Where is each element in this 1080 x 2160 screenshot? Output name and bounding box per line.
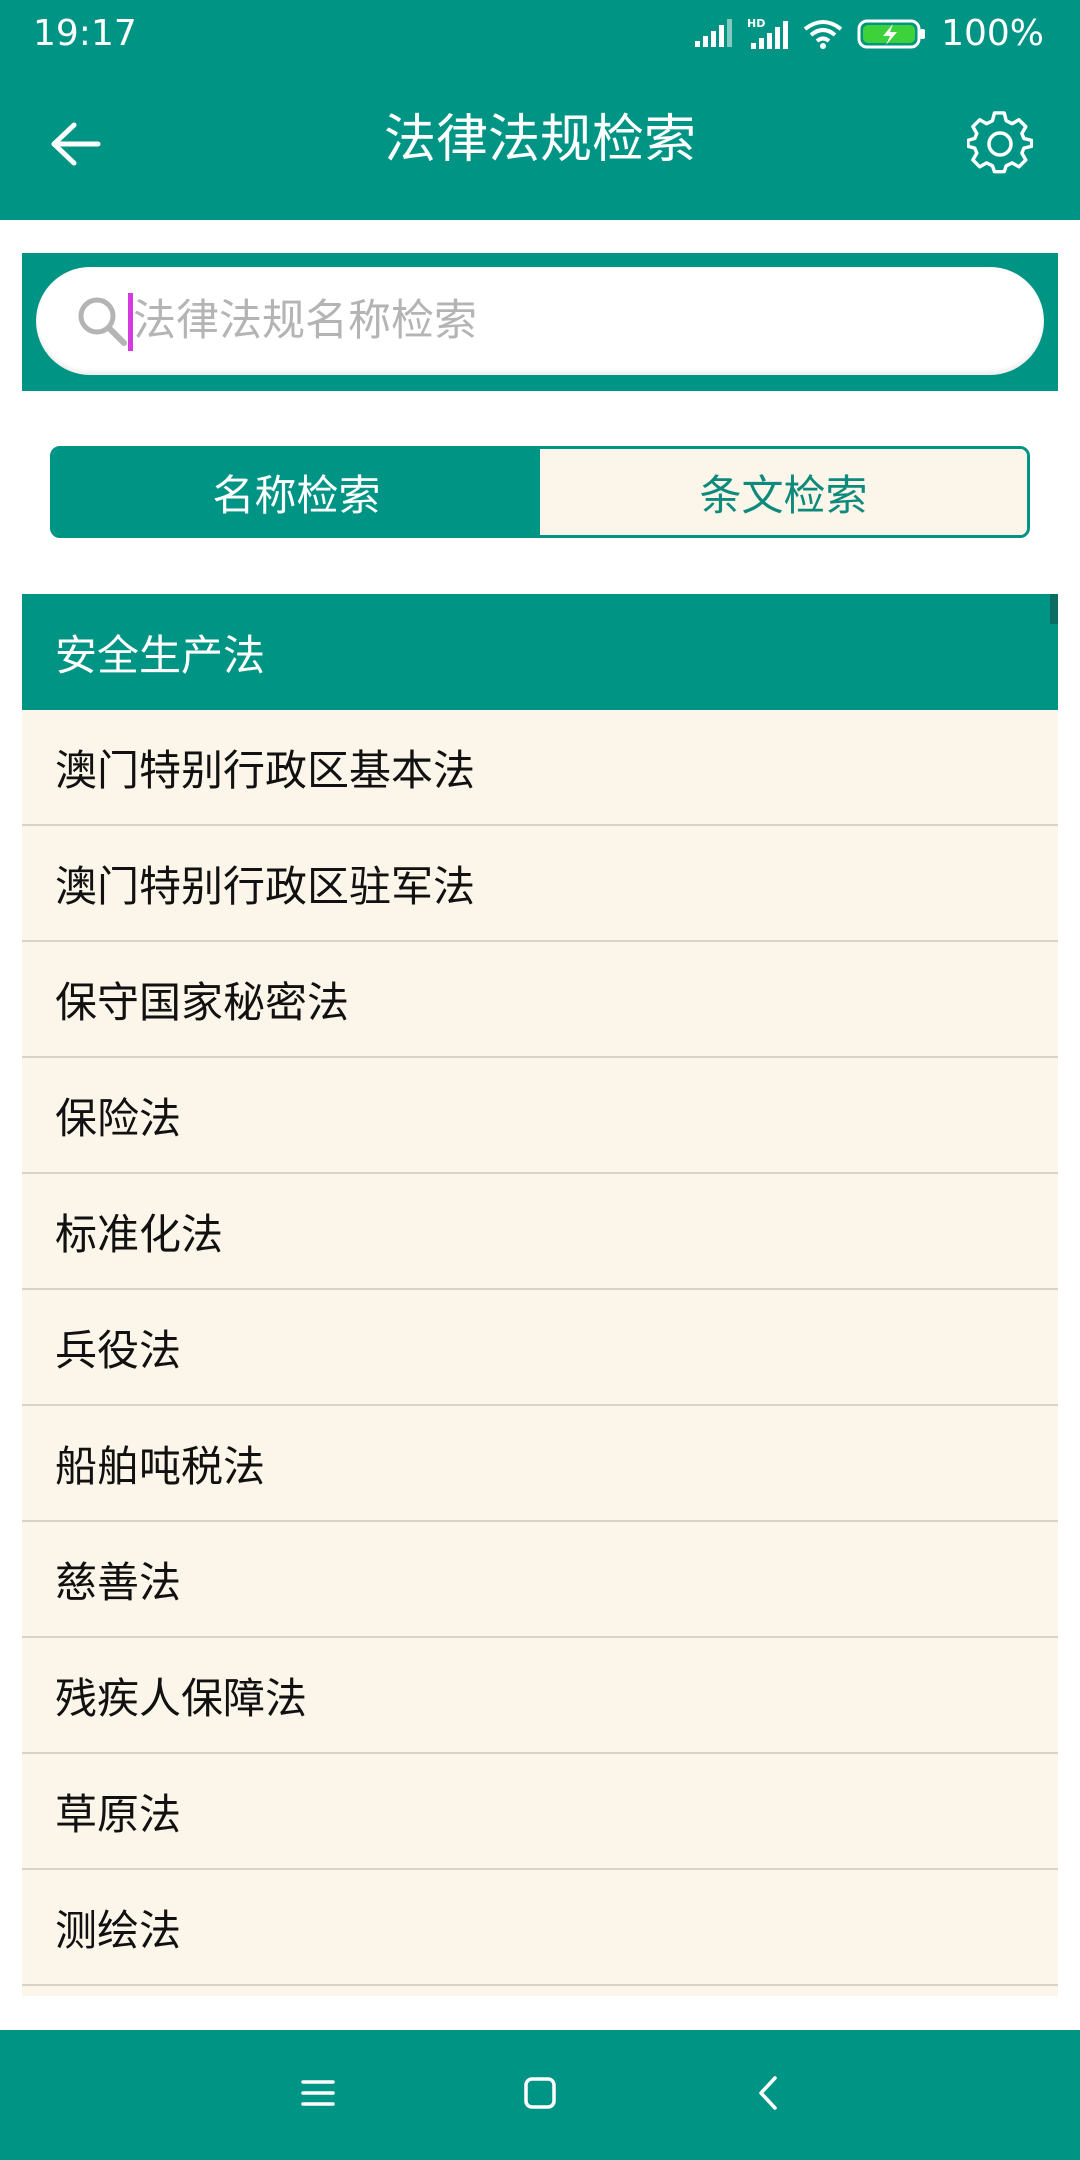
tab-name-search[interactable]: 名称检索 <box>53 449 540 535</box>
status-bar: 19:17 HD 100% <box>0 0 1080 68</box>
list-item[interactable]: 澳门特别行政区基本法 <box>22 710 1058 826</box>
menu-icon <box>301 2078 335 2112</box>
battery-percent: 100% <box>941 13 1044 54</box>
svg-text:HD: HD <box>747 17 765 30</box>
nav-home-button[interactable] <box>510 2065 570 2125</box>
search-box[interactable] <box>36 267 1044 375</box>
list-item[interactable]: 标准化法 <box>22 1174 1058 1290</box>
settings-button[interactable] <box>960 106 1040 186</box>
search-icon <box>76 295 128 347</box>
status-time: 19:17 <box>33 13 137 54</box>
list-item[interactable]: 船舶吨税法 <box>22 1406 1058 1522</box>
list-item[interactable]: 草原法 <box>22 1754 1058 1870</box>
battery-icon <box>857 18 927 50</box>
list-section-header[interactable]: 安全生产法 <box>22 594 1058 710</box>
list-item[interactable]: 测绘法 <box>22 1870 1058 1986</box>
nav-menu-button[interactable] <box>288 2065 348 2125</box>
search-mode-tabs: 名称检索 条文检索 <box>50 446 1030 538</box>
chevron-left-icon <box>757 2075 779 2115</box>
status-icons: HD 100% <box>693 12 1044 56</box>
app-bar: 法律法规检索 <box>0 68 1080 220</box>
list-item[interactable]: 残疾人保障法 <box>22 1638 1058 1754</box>
signal-icon <box>693 19 733 49</box>
list-item-partial[interactable] <box>22 1986 1058 1996</box>
square-home-icon <box>523 2076 557 2114</box>
page-title: 法律法规检索 <box>383 110 696 170</box>
law-list[interactable]: 安全生产法 澳门特别行政区基本法 澳门特别行政区驻军法 保守国家秘密法 保险法 … <box>22 594 1058 1996</box>
list-item[interactable]: 保险法 <box>22 1058 1058 1174</box>
wifi-icon <box>803 19 843 49</box>
nav-back-button[interactable] <box>738 2065 798 2125</box>
list-item[interactable]: 保守国家秘密法 <box>22 942 1058 1058</box>
search-input[interactable] <box>133 287 1013 355</box>
list-item[interactable]: 澳门特别行政区驻军法 <box>22 826 1058 942</box>
list-item[interactable]: 兵役法 <box>22 1290 1058 1406</box>
scrollbar-thumb[interactable] <box>1050 594 1058 624</box>
search-bar-container <box>22 253 1058 391</box>
hd-signal-icon: HD <box>747 17 789 51</box>
system-nav-bar <box>0 2030 1080 2160</box>
list-item[interactable]: 慈善法 <box>22 1522 1058 1638</box>
gear-icon <box>966 111 1034 181</box>
tab-article-search[interactable]: 条文检索 <box>540 449 1027 535</box>
